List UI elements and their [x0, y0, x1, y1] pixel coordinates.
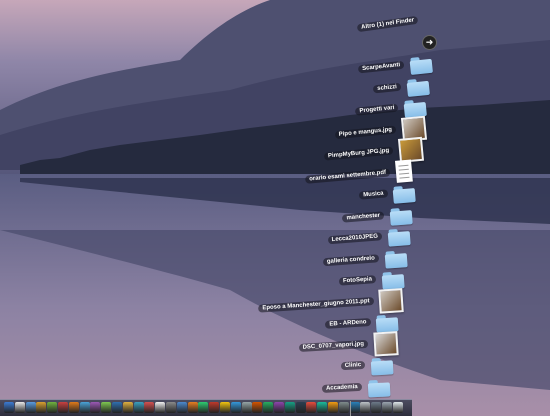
dock-app-icon[interactable] [295, 402, 306, 413]
desktop: Altro (1) nel Finder ➜ ScarpeAvanti schiz… [0, 0, 550, 416]
stack-item-label: Lecca2010JPEG [327, 232, 383, 245]
image-thumbnail-icon [372, 330, 399, 357]
folder-icon [409, 56, 433, 75]
open-in-finder-arrow-icon[interactable]: ➜ [423, 36, 436, 49]
folder-icon [367, 379, 391, 398]
stack-item-label: Progetti vari [355, 103, 399, 116]
stack-item-label: manchester [342, 210, 385, 223]
dock-app-icon[interactable] [274, 402, 284, 413]
stack-item-label: Eposo a Manchester_giugno 2011.ppt [258, 296, 374, 313]
dock [0, 399, 412, 416]
dock-app-icon[interactable] [36, 402, 47, 413]
dock-app-icon[interactable] [133, 402, 144, 413]
stack-item-label: Accademia [321, 382, 362, 393]
stack-item-label: Musica [358, 189, 388, 200]
dock-app-icon[interactable] [79, 402, 90, 413]
dock-app-icon[interactable] [263, 402, 274, 413]
dock-app-icon[interactable] [209, 402, 220, 413]
dock-app-icon[interactable] [328, 402, 338, 413]
folder-icon [381, 271, 405, 290]
dock-app-icon[interactable] [241, 402, 252, 413]
dock-app-icon[interactable] [382, 402, 392, 413]
dock-app-icon[interactable] [176, 402, 187, 413]
dock-app-icon[interactable] [112, 402, 122, 413]
stack-item-label: Clinic [340, 360, 366, 371]
image-thumbnail-icon [378, 287, 404, 314]
dock-app-icon[interactable] [166, 402, 176, 413]
dock-app-icon[interactable] [187, 402, 198, 413]
dock-app-icon[interactable] [198, 402, 209, 413]
stack-item-label: EB - ARDeno [325, 318, 371, 329]
dock-app-icon[interactable] [68, 402, 79, 413]
dock-app-icon[interactable] [252, 402, 263, 413]
dock-app-icon[interactable] [371, 402, 382, 413]
stack-item-label: Pipo e mangus.jpg [334, 124, 397, 139]
dock-app-icon[interactable] [14, 402, 25, 413]
dock-separator [350, 401, 351, 416]
dock-app-icon[interactable] [220, 402, 230, 413]
dock-app-icon[interactable] [47, 402, 58, 413]
dock-app-icon[interactable] [230, 402, 241, 413]
folder-icon [376, 314, 399, 333]
dock-app-icon[interactable] [349, 402, 360, 413]
dock-app-icon[interactable] [360, 402, 371, 413]
folder-icon [387, 228, 411, 247]
stack-item-label: schizzi [372, 82, 402, 93]
dock-app-icon[interactable] [122, 402, 133, 413]
dock-app-icon[interactable] [284, 402, 295, 413]
stack-item-label: ScarpeAvanti [357, 60, 405, 74]
dock-app-icon[interactable] [155, 402, 166, 413]
folder-icon [370, 357, 394, 376]
folder-icon [392, 185, 416, 204]
dock-app-icon[interactable] [392, 402, 403, 413]
dock-app-icon[interactable] [144, 402, 155, 413]
stack-item-label: orario esami settembre.pdf [304, 167, 391, 184]
dock-app-icon[interactable] [317, 402, 328, 413]
stack-item-label: FotoSepia [338, 275, 377, 286]
dock-app-icon[interactable] [101, 402, 112, 413]
dock-app-icon[interactable] [58, 402, 68, 413]
stack-item-label: PimpMyBurg JPG.jpg [323, 146, 394, 161]
dock-app-icon[interactable] [306, 402, 317, 413]
stack-item-label: DSC_0707_vapori.jpg [298, 339, 369, 352]
folder-icon [406, 77, 431, 97]
pdf-document-icon [394, 159, 413, 183]
dock-app-icon[interactable] [4, 402, 14, 413]
dock-app-icon[interactable] [25, 402, 36, 413]
folder-icon [384, 250, 408, 269]
stack-item-label: galleria condrelo [322, 253, 380, 266]
dock-app-icon[interactable] [338, 402, 349, 413]
folder-icon [390, 207, 414, 226]
dock-app-icon[interactable] [90, 402, 101, 413]
